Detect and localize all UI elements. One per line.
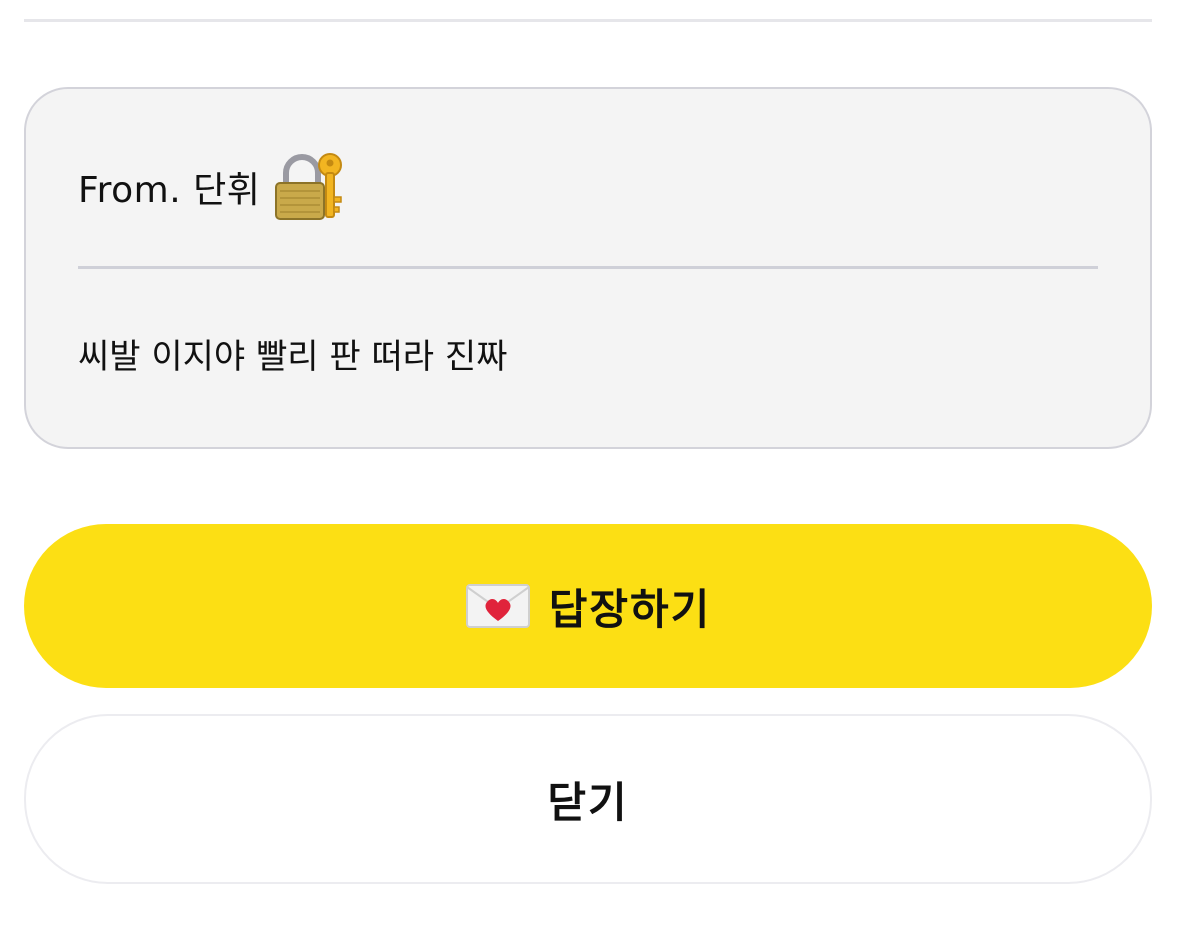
message-text: 씨발 이지야 빨리 판 떠라 진짜	[78, 337, 508, 377]
reply-button[interactable]: 답장하기	[24, 524, 1152, 688]
message-card: From. 단휘 씨발 이지야 빨리 판 떠라 진짜	[24, 87, 1152, 449]
close-button[interactable]: 닫기	[24, 714, 1152, 884]
reply-button-label: 답장하기	[548, 584, 712, 634]
love-letter-icon	[465, 583, 531, 629]
lock-with-key-icon	[272, 151, 344, 223]
sender-row: From. 단휘	[78, 147, 344, 227]
card-divider	[78, 266, 1098, 269]
close-button-label: 닫기	[547, 777, 629, 827]
top-divider	[24, 19, 1152, 22]
letter-view: From. 단휘 씨발 이지야 빨리 판 떠라 진짜 답장하기 닫기	[0, 0, 1200, 930]
sender-label: From. 단휘	[78, 170, 261, 211]
